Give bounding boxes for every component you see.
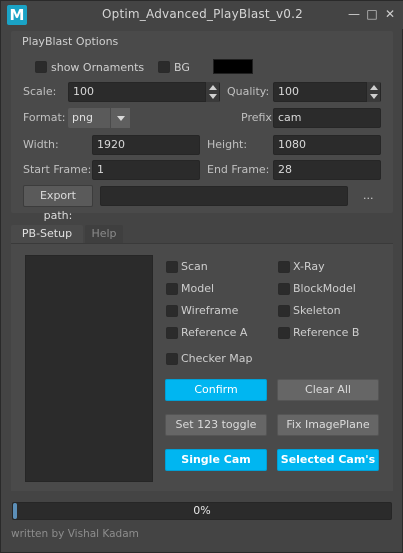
bg-label: BG <box>174 61 190 74</box>
playblast-window: M Optim_Advanced_PlayBlast_v0.2 — □ ✕ Pl… <box>0 0 403 553</box>
end-frame-label: End Frame: <box>207 163 270 176</box>
spin-up-icon <box>370 85 378 90</box>
quality-field[interactable]: 100 <box>273 82 381 102</box>
height-label: Height: <box>207 138 248 151</box>
format-dropdown[interactable]: png <box>68 108 130 128</box>
pb-setup-panel: Scan Model Wireframe Reference A Checker… <box>11 243 393 491</box>
title-bar[interactable]: M Optim_Advanced_PlayBlast_v0.2 — □ ✕ <box>1 1 403 29</box>
scan-checkbox[interactable] <box>166 261 178 273</box>
quality-label: Quality: <box>227 85 270 98</box>
spin-down-icon <box>370 94 378 99</box>
start-frame-field[interactable]: 1 <box>92 160 200 180</box>
format-label: Format: <box>23 111 66 124</box>
wireframe-checkbox[interactable] <box>166 305 178 317</box>
bg-checkbox[interactable] <box>158 61 170 73</box>
skeleton-label: Skeleton <box>293 304 341 317</box>
window-title: Optim_Advanced_PlayBlast_v0.2 <box>102 7 303 21</box>
group-title: PlayBlast Options <box>22 35 119 48</box>
reference-a-label: Reference A <box>181 326 248 339</box>
quality-value: 100 <box>278 85 299 98</box>
bg-color-swatch[interactable] <box>213 59 253 74</box>
end-frame-value: 28 <box>278 163 292 176</box>
reference-b-label: Reference B <box>293 326 360 339</box>
scale-value: 100 <box>73 85 94 98</box>
prefix-field[interactable]: cam <box>273 108 381 128</box>
show-ornaments-label: show Ornaments <box>51 61 145 74</box>
set-123-toggle-button[interactable]: Set 123 toggle <box>165 414 267 436</box>
progress-text: 0% <box>193 504 211 517</box>
chevron-down-icon <box>117 116 125 121</box>
author-credit: written by Vishal Kadam <box>11 528 139 540</box>
progress-bar: 0% <box>12 502 392 520</box>
quality-spinner[interactable] <box>366 82 380 102</box>
tab-pb-setup[interactable]: PB-Setup <box>11 225 83 243</box>
show-ornaments-checkbox[interactable] <box>35 61 47 73</box>
model-label: Model <box>181 282 215 295</box>
width-field[interactable]: 1920 <box>92 135 200 155</box>
scale-label: Scale: <box>23 85 57 98</box>
preview-viewport <box>25 255 153 482</box>
spin-down-icon <box>209 94 217 99</box>
start-frame-value: 1 <box>97 163 104 176</box>
prefix-value: cam <box>278 111 302 124</box>
maximize-button[interactable]: □ <box>365 7 379 21</box>
x-ray-label: X-Ray <box>293 260 325 273</box>
close-button[interactable]: ✕ <box>383 7 397 21</box>
model-checkbox[interactable] <box>166 283 178 295</box>
spin-up-icon <box>209 85 217 90</box>
height-field[interactable]: 1080 <box>273 135 381 155</box>
skeleton-checkbox[interactable] <box>278 305 290 317</box>
reference-a-checkbox[interactable] <box>166 327 178 339</box>
export-path-field[interactable] <box>100 186 348 206</box>
start-frame-label: Start Frame: <box>23 163 92 176</box>
browse-button[interactable]: ... <box>363 189 374 202</box>
height-value: 1080 <box>278 138 306 151</box>
width-label: Width: <box>23 138 59 151</box>
end-frame-field[interactable]: 28 <box>273 160 381 180</box>
blockmodel-label: BlockModel <box>293 282 356 295</box>
format-value: png <box>72 111 93 124</box>
x-ray-checkbox[interactable] <box>278 261 290 273</box>
playblast-options-group: PlayBlast Options show Ornaments BG Scal… <box>11 31 393 222</box>
checker-map-checkbox[interactable] <box>166 353 178 365</box>
clear-all-button[interactable]: Clear All <box>277 379 379 401</box>
single-cam-button[interactable]: Single Cam <box>165 449 267 471</box>
confirm-button[interactable]: Confirm <box>165 379 267 401</box>
checker-map-label: Checker Map <box>181 352 253 365</box>
tab-help[interactable]: Help <box>85 225 123 243</box>
fix-imageplane-button[interactable]: Fix ImagePlane <box>277 414 379 436</box>
prefix-label: Prefix: <box>241 111 276 124</box>
selected-cams-button[interactable]: Selected Cam's <box>277 449 379 471</box>
scale-spinner[interactable] <box>205 82 219 102</box>
blockmodel-checkbox[interactable] <box>278 283 290 295</box>
dropdown-button[interactable] <box>110 108 130 128</box>
export-path-button[interactable]: Export path: <box>23 185 93 222</box>
minimize-button[interactable]: — <box>347 7 361 21</box>
width-value: 1920 <box>97 138 125 151</box>
reference-b-checkbox[interactable] <box>278 327 290 339</box>
wireframe-label: Wireframe <box>181 304 239 317</box>
scan-label: Scan <box>181 260 208 273</box>
scale-field[interactable]: 100 <box>68 82 220 102</box>
